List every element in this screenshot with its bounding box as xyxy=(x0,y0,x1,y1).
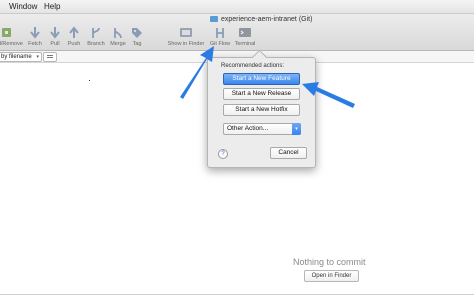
terminal-icon xyxy=(239,28,251,37)
add-remove-icon xyxy=(2,28,11,37)
menu-window[interactable]: Window xyxy=(9,0,37,13)
start-new-hotfix-button[interactable]: Start a New Hotfix xyxy=(223,104,300,116)
menu-help[interactable]: Help xyxy=(44,0,60,13)
fetch-button[interactable]: Fetch xyxy=(25,26,45,48)
terminal-button[interactable]: Terminal xyxy=(233,26,257,48)
start-new-feature-button[interactable]: Start a New Feature xyxy=(223,73,300,85)
window-title: experience-aem-intranet (Git) xyxy=(210,15,312,24)
open-in-finder-button[interactable]: Open in Finder xyxy=(304,270,359,282)
pull-button[interactable]: Pull xyxy=(46,26,64,48)
show-in-finder-button[interactable]: Show in Finder xyxy=(165,26,207,48)
show-in-finder-icon xyxy=(180,28,192,37)
bottom-divider xyxy=(0,294,474,295)
tag-icon xyxy=(132,28,142,38)
merge-button[interactable]: Merge xyxy=(107,26,129,48)
select-arrows-icon: ▾ xyxy=(292,123,301,135)
chevron-down-icon: ▾ xyxy=(36,54,39,60)
other-action-select[interactable]: Other Action... ▾ xyxy=(223,123,301,135)
push-icon xyxy=(69,26,79,38)
add-remove-button[interactable]: Add/Remove xyxy=(0,26,23,48)
folder-icon xyxy=(210,16,218,22)
pull-icon xyxy=(50,27,60,39)
toolbar: experience-aem-intranet (Git) Add/Remove… xyxy=(0,14,474,51)
filter-options-button[interactable] xyxy=(43,52,57,62)
git-flow-button[interactable]: Git Flow xyxy=(207,26,233,48)
branch-button[interactable]: Branch xyxy=(84,26,108,48)
git-flow-popover: Recommended actions: Start a New Feature… xyxy=(207,49,316,168)
git-flow-icon xyxy=(216,28,224,38)
menu-bar: Window Help xyxy=(0,0,474,14)
merge-icon xyxy=(114,28,122,39)
sort-select[interactable]: by filename ▾ xyxy=(0,52,42,62)
recommended-actions-label: Recommended actions: xyxy=(221,63,285,69)
fetch-icon xyxy=(30,27,40,39)
empty-state-message: Nothing to commit xyxy=(293,257,366,267)
cancel-button[interactable]: Cancel xyxy=(270,147,307,159)
help-button[interactable]: ? xyxy=(218,149,228,159)
cursor-dot xyxy=(89,80,90,81)
push-button[interactable]: Push xyxy=(65,26,83,48)
start-new-release-button[interactable]: Start a New Release xyxy=(223,88,300,100)
branch-icon xyxy=(92,27,100,38)
tag-button[interactable]: Tag xyxy=(128,26,146,48)
